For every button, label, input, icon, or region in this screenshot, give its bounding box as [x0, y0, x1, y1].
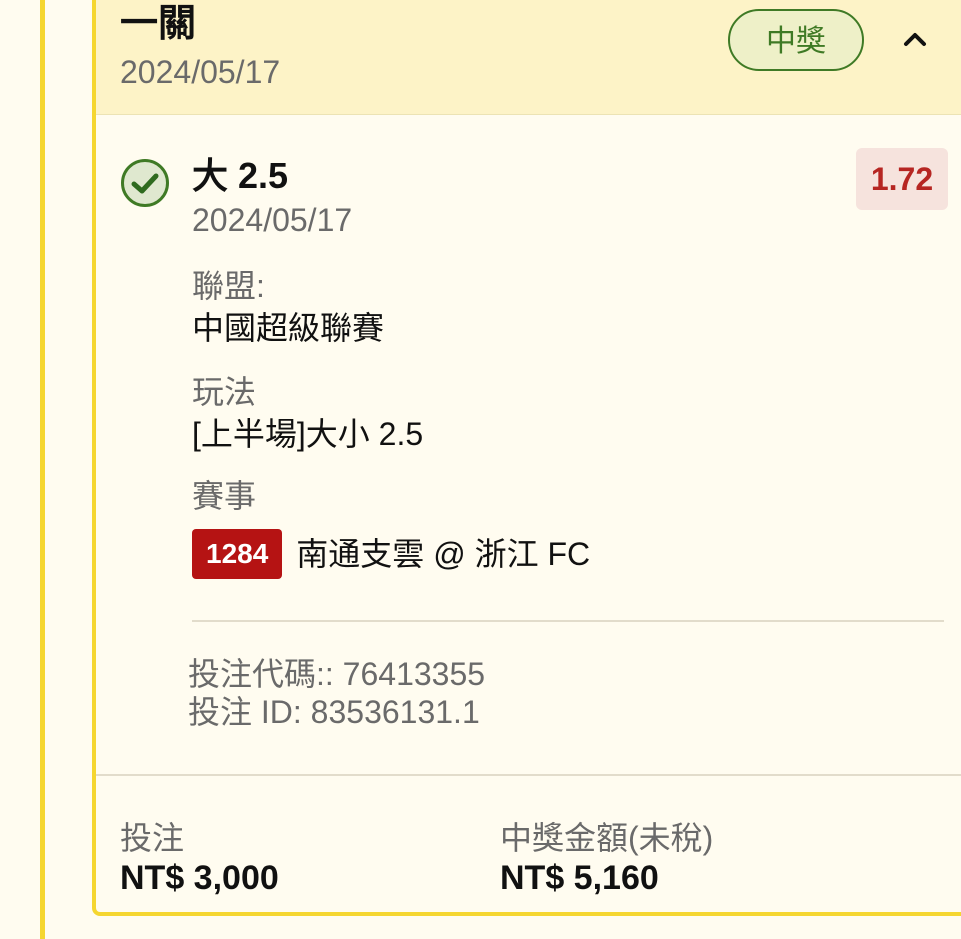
bet-date: 2024/05/17	[120, 54, 281, 90]
bet-card: 一關 2024/05/17 中獎 大 2.5 2024/05/17 1.72 聯…	[92, 0, 961, 916]
event-id-badge: 1284	[192, 529, 283, 579]
event-label: 賽事	[192, 478, 257, 514]
event-name: 南通支雲 @ 浙江 FC	[296, 536, 591, 572]
odds-badge: 1.72	[856, 148, 948, 210]
market-label: 玩法	[192, 374, 257, 410]
divider	[192, 620, 944, 622]
status-badge: 中獎	[728, 9, 864, 71]
market-value: [上半場]大小 2.5	[192, 416, 424, 452]
check-circle-icon	[120, 158, 170, 208]
bet-card-header[interactable]: 一關 2024/05/17 中獎	[96, 0, 961, 115]
left-rail	[40, 0, 45, 939]
bet-type-title: 一關	[120, 3, 197, 45]
payout-label: 中獎金額(未稅)	[500, 820, 714, 856]
event-row: 1284 南通支雲 @ 浙江 FC	[192, 528, 590, 580]
stake-label: 投注	[120, 820, 185, 856]
footer-divider	[96, 774, 961, 776]
bet-code: 投注代碼:: 76413355	[188, 656, 486, 692]
stake-value: NT$ 3,000	[120, 859, 279, 897]
selection-title: 大 2.5	[192, 155, 289, 196]
bet-id: 投注 ID: 83536131.1	[188, 694, 480, 730]
league-value: 中國超級聯賽	[192, 310, 385, 346]
league-label: 聯盟:	[192, 268, 265, 304]
chevron-up-icon[interactable]	[900, 24, 930, 54]
selection-date: 2024/05/17	[192, 202, 353, 238]
payout-value: NT$ 5,160	[500, 859, 659, 897]
